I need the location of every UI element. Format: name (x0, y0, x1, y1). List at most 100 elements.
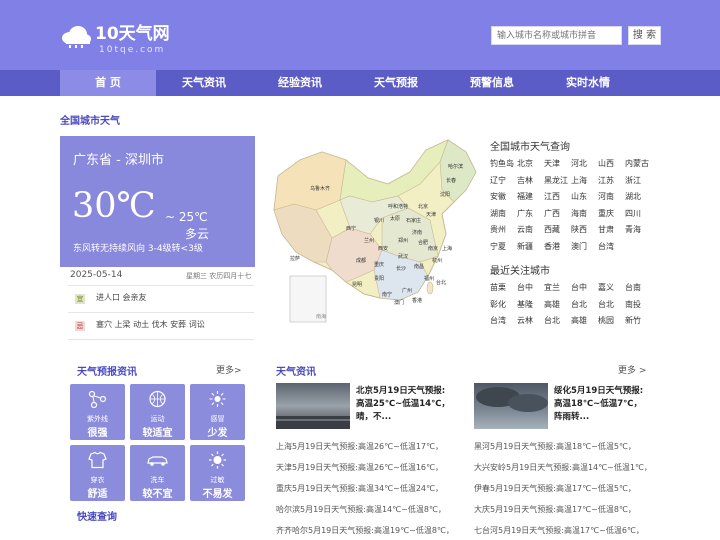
news-item[interactable]: 大兴安岭5月19日天气预报:高温14℃~低温1℃， (474, 462, 652, 473)
city-link[interactable]: 彰化 (490, 299, 506, 310)
quick-query-title[interactable]: 快速查询 (77, 508, 117, 523)
city-link[interactable]: 台北 (571, 299, 587, 310)
news-item[interactable]: 重庆5月19日天气预报:高温34℃~低温24℃， (276, 483, 443, 494)
city-link[interactable]: 云林 (517, 315, 533, 326)
news-item[interactable]: 七台河5月19日天气预报:高温17℃~低温6℃， (474, 525, 644, 536)
city-link[interactable]: 宁夏 (490, 241, 506, 252)
nav-warnings[interactable]: 预警信息 (444, 70, 540, 96)
city-link[interactable]: 苗栗 (490, 282, 506, 293)
city-link[interactable]: 嘉义 (598, 282, 614, 293)
city-link[interactable]: 云南 (517, 224, 533, 235)
city-link[interactable]: 辽宁 (490, 175, 506, 186)
news-feature-title-2[interactable]: 绥化5月19日天气预报:高温18℃~低温7℃，阵雨转... (554, 385, 650, 424)
city-link[interactable]: 江西 (544, 191, 560, 202)
news-thumbnail-2[interactable] (474, 383, 548, 429)
nav-experience[interactable]: 经验资讯 (252, 70, 348, 96)
nav-home[interactable]: 首 页 (60, 70, 156, 96)
nav-water[interactable]: 实时水情 (540, 70, 636, 96)
tile-uv[interactable]: 紫外线 很强 (70, 384, 125, 440)
news-item[interactable]: 天津5月19日天气预报:高温26℃~低温16℃， (276, 462, 443, 473)
svg-text:福州: 福州 (424, 275, 434, 282)
almanac-yi-icon: 宜 (75, 294, 85, 304)
tile-carwash[interactable]: 洗车 较不宜 (130, 445, 185, 501)
svg-text:哈尔滨: 哈尔滨 (448, 163, 463, 170)
city-link[interactable]: 南投 (625, 299, 641, 310)
header: 10天气网 10tqe.com 搜 索 (0, 0, 720, 70)
city-link[interactable]: 安徽 (490, 191, 506, 202)
city-link[interactable]: 海南 (571, 208, 587, 219)
city-link[interactable]: 四川 (625, 208, 641, 219)
city-link[interactable]: 基隆 (517, 299, 533, 310)
tile-allergy[interactable]: 过敏 不易发 (190, 445, 245, 501)
city-link[interactable]: 高雄 (571, 315, 587, 326)
city-link[interactable]: 江苏 (598, 175, 614, 186)
city-link[interactable]: 台中 (517, 282, 533, 293)
city-link[interactable]: 新竹 (625, 315, 641, 326)
tile-cold[interactable]: 感冒 少发 (190, 384, 245, 440)
city-link[interactable]: 重庆 (598, 208, 614, 219)
city-link[interactable]: 河南 (598, 191, 614, 202)
lunar-date: 星期三 农历四月十七 (186, 272, 252, 280)
sun-star-icon (209, 391, 226, 407)
tile-clothing[interactable]: 穿衣 舒适 (70, 445, 125, 501)
svg-text:乌鲁木齐: 乌鲁木齐 (310, 185, 330, 192)
city-link[interactable]: 黑龙江 (544, 175, 568, 186)
city-link[interactable]: 北京 (517, 158, 533, 169)
nav-forecast[interactable]: 天气预报 (348, 70, 444, 96)
city-link[interactable]: 贵州 (490, 224, 506, 235)
city-link[interactable]: 浙江 (625, 175, 641, 186)
news-item[interactable]: 伊春5月19日天气预报:高温17℃~低温5℃， (474, 483, 636, 494)
city-link[interactable]: 吉林 (517, 175, 533, 186)
city-link[interactable]: 内蒙古 (625, 158, 649, 169)
city-link[interactable]: 福建 (517, 191, 533, 202)
city-link[interactable]: 甘肃 (598, 224, 614, 235)
city-link[interactable]: 广西 (544, 208, 560, 219)
city-link[interactable]: 香港 (544, 241, 560, 252)
tile-sport[interactable]: 运动 较适宜 (130, 384, 185, 440)
city-link[interactable]: 宜兰 (544, 282, 560, 293)
news-thumbnail-1[interactable] (276, 383, 350, 429)
city-link[interactable]: 台北 (544, 315, 560, 326)
svg-text:昆明: 昆明 (352, 282, 362, 288)
city-link[interactable]: 钓鱼岛 (490, 158, 514, 169)
site-domain: 10tqe.com (99, 45, 166, 55)
city-link[interactable]: 青海 (625, 224, 641, 235)
news-item[interactable]: 上海5月19日天气预报:高温26℃~低温17℃， (276, 441, 443, 452)
city-link[interactable]: 湖北 (625, 191, 641, 202)
city-link[interactable]: 台南 (625, 282, 641, 293)
wind-info: 东风转无持续风向 3-4级转<3级 (73, 244, 203, 254)
city-link[interactable]: 天津 (544, 158, 560, 169)
city-link[interactable]: 台湾 (490, 315, 506, 326)
city-link[interactable]: 新疆 (517, 241, 533, 252)
news-item[interactable]: 大庆5月19日天气预报:高温17℃~低温8℃， (474, 504, 636, 515)
city-link[interactable]: 湖南 (490, 208, 506, 219)
city-link[interactable]: 桃园 (598, 315, 614, 326)
news-item[interactable]: 黑河5月19日天气预报:高温18℃~低温5℃， (474, 441, 636, 452)
city-link[interactable]: 山西 (598, 158, 614, 169)
svg-text:香港: 香港 (412, 297, 422, 304)
news-more-link[interactable]: 更多 > (618, 363, 646, 376)
news-item[interactable]: 齐齐哈尔5月19日天气预报:高温19℃~低温8℃， (276, 525, 454, 536)
city-link[interactable]: 上海 (571, 175, 587, 186)
city-link[interactable]: 西藏 (544, 224, 560, 235)
svg-text:重庆: 重庆 (374, 261, 384, 268)
search-input[interactable] (491, 26, 622, 45)
city-link[interactable]: 山东 (571, 191, 587, 202)
china-map[interactable]: 南海 乌鲁木齐 呼和浩特 拉萨 西宁 兰州 银川 太原 石家庄 北京 天津 济南… (270, 138, 480, 328)
city-link[interactable]: 澳门 (571, 241, 587, 252)
city-link[interactable]: 台中 (571, 282, 587, 293)
city-link[interactable]: 台北 (598, 299, 614, 310)
city-link[interactable]: 河北 (571, 158, 587, 169)
city-link[interactable]: 广东 (517, 208, 533, 219)
city-link[interactable]: 高雄 (544, 299, 560, 310)
forecast-more-link[interactable]: 更多> (216, 363, 242, 376)
news-feature-title-1[interactable]: 北京5月19日天气预报:高温25℃~低温14℃，晴，不... (356, 385, 452, 424)
search-button[interactable]: 搜 索 (628, 26, 661, 45)
city-link[interactable]: 陕西 (571, 224, 587, 235)
tile-uv-value: 很强 (87, 428, 108, 439)
nav-weather-news[interactable]: 天气资讯 (156, 70, 252, 96)
svg-text:南宁: 南宁 (382, 291, 392, 298)
site-logo[interactable]: 10天气网 10tqe.com (60, 24, 180, 58)
news-item[interactable]: 哈尔滨5月19日天气预报:高温14℃~低温8℃， (276, 504, 446, 515)
city-link[interactable]: 台湾 (598, 241, 614, 252)
